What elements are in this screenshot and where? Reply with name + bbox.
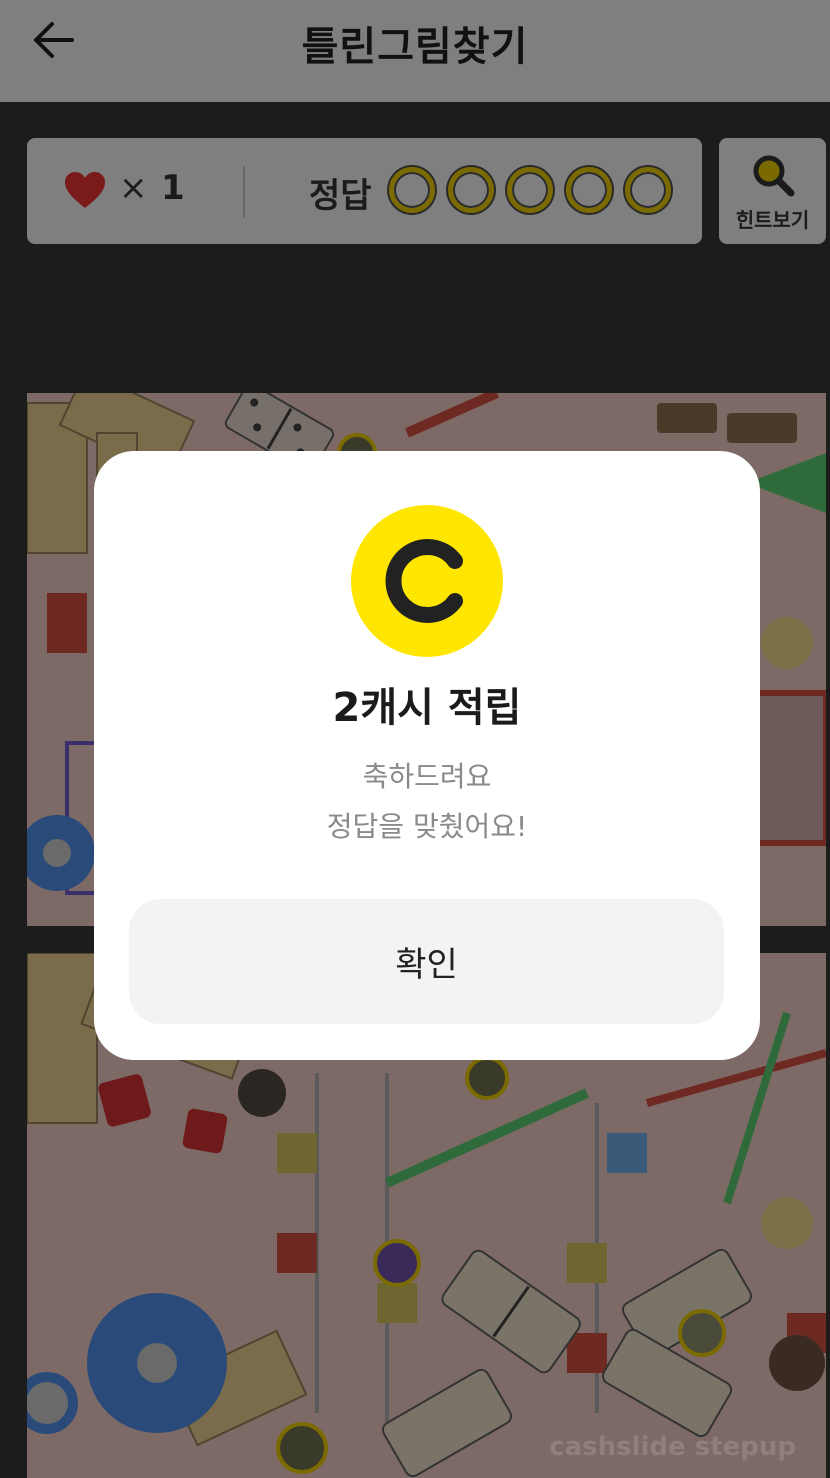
page-title: 틀린그림찾기 — [301, 24, 529, 70]
app-header: 틀린그림찾기 — [0, 0, 830, 102]
status-divider — [243, 166, 245, 218]
heart-icon — [65, 172, 105, 208]
confirm-button[interactable]: 확인 — [129, 899, 724, 1024]
status-bar: × 1 정답 — [27, 138, 702, 244]
lives-multiplier: × — [119, 168, 148, 208]
answer-slot — [566, 167, 612, 213]
lives-count: 1 — [161, 168, 185, 208]
answer-slot — [448, 167, 494, 213]
image-watermark: cashslide stepup — [549, 1432, 796, 1462]
cash-coin-icon — [351, 505, 503, 657]
dialog-message-line2: 정답을 맞췄어요! — [326, 810, 528, 843]
hint-button[interactable]: 힌트보기 — [719, 138, 826, 244]
magnifier-icon — [753, 155, 795, 197]
answer-slot — [625, 167, 671, 213]
dialog-message-line1: 축하드려요 — [362, 760, 492, 793]
reward-dialog: 2캐시 적립 축하드려요 정답을 맞췄어요! 확인 — [94, 451, 760, 1060]
hint-label: 힌트보기 — [735, 208, 810, 232]
answer-slots — [389, 167, 671, 217]
answer-slot — [389, 167, 435, 213]
dialog-title: 2캐시 적립 — [332, 685, 522, 731]
answer-slot — [507, 167, 553, 213]
answer-label: 정답 — [309, 176, 372, 216]
